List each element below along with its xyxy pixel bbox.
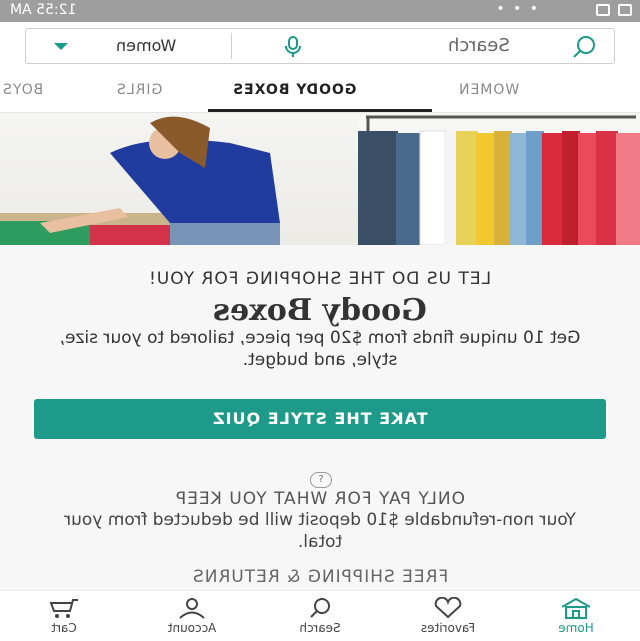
search-icon [310,598,330,618]
shipping-title: FREE SHIPPING & RETURNS [191,567,449,587]
search-input[interactable]: Search [448,35,510,56]
status-time: 12:55 AM [10,2,77,18]
nav-search[interactable]: Search [256,591,384,641]
tab-women[interactable]: WOMEN [458,82,519,98]
gallery-icon [596,4,610,16]
pay-title: ONLY PAY FOR WHAT YOU KEEP [175,489,465,509]
microphone-icon[interactable] [281,35,305,59]
home-icon [561,597,591,619]
nav-home-label: Home [558,621,594,635]
promo-kicker: LET US DO THE SHOPPING FOR YOU! [148,269,492,289]
nav-cart-label: Cart [51,621,77,635]
chevron-down-icon[interactable] [54,43,68,50]
hero-photo-woman-packing [0,113,358,245]
bottom-navigation: Home Favorites Search Account Cart [0,590,640,641]
heart-icon [434,597,462,619]
hero-banner [0,113,640,245]
help-icon[interactable]: ? [310,472,332,488]
nav-search-label: Search [299,621,341,635]
tab-goody-boxes[interactable]: GOODY BOXES [232,82,356,98]
nav-account-label: Account [167,621,217,635]
promo-headline: Goody Boxes [213,293,427,328]
search-divider [231,33,232,59]
hero-photo-clothing-rack [358,113,640,245]
nav-cart[interactable]: Cart [0,591,128,641]
search-icon[interactable] [571,35,597,59]
search-bar: Women Search [25,28,615,64]
category-dropdown[interactable]: Women [116,36,176,55]
nav-favorites[interactable]: Favorites [384,591,512,641]
style-quiz-button[interactable]: TAKE THE STYLE QUIZ [34,399,606,439]
status-dots: • • • [496,1,540,17]
tab-boys[interactable]: BOYS [2,82,43,98]
cart-icon [49,599,78,618]
pay-description: Your non-refundable $10 deposit will be … [64,510,576,552]
promo-description: Get 10 unique finds from $20 per piece, … [59,328,581,370]
active-tab-indicator [208,109,432,112]
goody-boxes-promo: LET US DO THE SHOPPING FOR YOU! Goody Bo… [0,245,640,595]
tab-girls[interactable]: GIRLS [116,82,162,98]
status-bar: 12:55 AM • • • [0,0,640,22]
person-icon [179,598,205,619]
nav-favorites-label: Favorites [420,621,476,635]
status-icons [596,4,632,16]
nav-home[interactable]: Home [512,591,640,641]
category-tabs: WOMEN GOODY BOXES GIRLS BOYS [0,70,640,113]
vibrate-icon [618,4,632,16]
nav-account[interactable]: Account [128,591,256,641]
